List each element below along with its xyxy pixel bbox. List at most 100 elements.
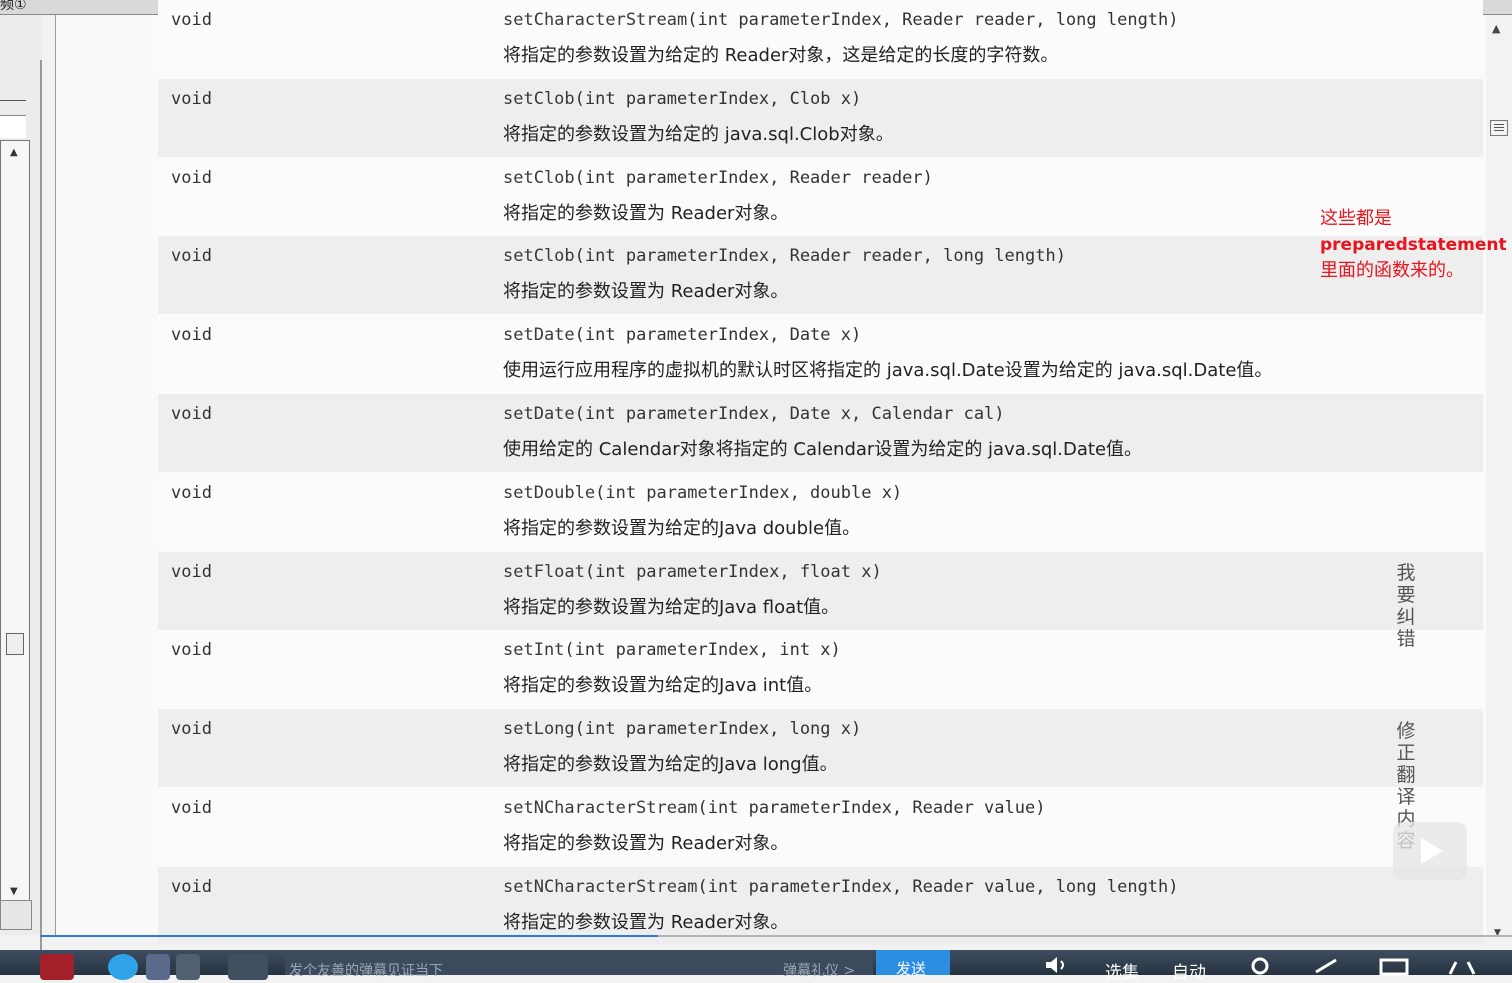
method-row: void setFloat(int parameterIndex, float x… — [158, 551, 1483, 630]
method-name-link[interactable]: setLong — [503, 719, 575, 739]
left-divider — [0, 100, 26, 101]
fullscreen-icon[interactable] — [1446, 954, 1478, 980]
method-name-link[interactable]: setDouble — [503, 483, 595, 503]
method-params: (int parameterIndex, Reader value, long … — [697, 876, 1179, 897]
method-signature: setFloat(int parameterIndex, float x) — [503, 562, 882, 582]
send-label: 发送 — [896, 960, 927, 978]
method-name-link[interactable]: setDate — [503, 404, 575, 424]
left-input-box[interactable] — [0, 115, 26, 138]
picture-in-picture-icon[interactable] — [1310, 954, 1342, 980]
left-panel: ▲ ▼ — [0, 15, 42, 960]
method-description: 使用给定的 Calendar对象将指定的 Calendar设置为给定的 java… — [503, 439, 1143, 460]
method-description: 将指定的参数设置为给定的Java double值。 — [503, 517, 861, 539]
play-icon — [1421, 838, 1443, 864]
method-params: (int parameterIndex, float x) — [584, 561, 882, 582]
method-signature: setLong(int parameterIndex, long x) — [503, 719, 861, 739]
method-signature: setClob(int parameterIndex, Reader reade… — [503, 168, 933, 188]
method-description: 将指定的参数设置为给定的Java float值。 — [503, 596, 840, 618]
method-params: (int parameterIndex, long x) — [574, 719, 862, 740]
return-type: void — [171, 325, 212, 346]
method-name-link[interactable]: setFloat — [503, 562, 585, 582]
method-params: (int parameterIndex, double x) — [595, 482, 903, 503]
report-error-button[interactable]: 我要纠错 — [1394, 562, 1418, 650]
method-signature: setNCharacterStream(int parameterIndex, … — [503, 877, 1179, 897]
return-type: void — [171, 167, 212, 188]
method-description: 将指定的参数设置为给定的Java int值。 — [503, 675, 823, 697]
method-params: (int parameterIndex, Reader reader) — [574, 167, 933, 188]
volume-icon[interactable] — [1042, 954, 1072, 980]
return-type: void — [171, 246, 212, 267]
method-name-link[interactable]: setDate — [503, 325, 575, 345]
method-row: void setLong(int parameterIndex, long x) 将… — [158, 709, 1483, 788]
method-description: 将指定的参数设置为给定的 java.sql.Clob对象。 — [503, 123, 894, 145]
method-signature: setDouble(int parameterIndex, double x) — [503, 483, 902, 503]
method-description: 将指定的参数设置为给定的 Reader对象，这是给定的长度的字符数。 — [503, 45, 1059, 66]
scroll-up-icon[interactable]: ▲ — [10, 147, 18, 158]
method-row: void setClob(int parameterIndex, Reader r… — [158, 157, 1483, 236]
right-scroll-up-icon[interactable]: ▲ — [1492, 22, 1500, 35]
select-episode-button[interactable]: 选集 — [1105, 958, 1139, 983]
scroll-thumb[interactable] — [6, 633, 24, 655]
player-control-bar: 发个友善的弹幕见证当下 弹幕礼仪 > 发送 选集 自动 — [0, 950, 1512, 983]
window-title-fragment: 频① — [0, 0, 27, 13]
danmaku-etiquette-link[interactable]: 弹幕礼仪 > — [783, 960, 855, 980]
return-type: void — [171, 482, 212, 503]
danmaku-toggle-icon[interactable] — [108, 954, 138, 980]
return-type: void — [171, 88, 212, 109]
api-doc-viewer: void setCharacterStream(int parameterInde… — [55, 0, 1486, 945]
return-type: void — [171, 876, 212, 897]
method-description: 使用运行应用程序的虚拟机的默认时区将指定的 java.sql.Date设置为给定… — [503, 360, 1273, 382]
method-name-link[interactable]: setClob — [503, 246, 575, 266]
method-params: (int parameterIndex, Date x) — [574, 325, 862, 346]
play-button[interactable] — [1393, 822, 1467, 880]
method-row: void setClob(int parameterIndex, Clob x) 将… — [158, 78, 1483, 157]
method-name-link[interactable]: setNCharacterStream — [503, 798, 697, 818]
method-name-link[interactable]: setCharacterStream — [503, 10, 687, 30]
method-signature: setInt(int parameterIndex, int x) — [503, 640, 841, 660]
danmaku-input[interactable]: 发个友善的弹幕见证当下 弹幕礼仪 > — [285, 953, 873, 979]
method-row: void setInt(int parameterIndex, int x) 将指定… — [158, 630, 1483, 709]
return-type: void — [171, 798, 212, 818]
annotation-line-2: preparedstatement — [1320, 235, 1507, 255]
danmaku-style-icon[interactable] — [176, 954, 200, 980]
widescreen-icon[interactable] — [1378, 954, 1410, 980]
method-params: (int parameterIndex, Reader value) — [697, 798, 1046, 818]
return-type: void — [171, 561, 212, 582]
method-name-link[interactable]: setClob — [503, 89, 575, 109]
settings-gear-icon[interactable] — [1245, 954, 1275, 980]
red-annotation: 这些都是 preparedstatement 里面的函数来的。 — [1320, 206, 1507, 284]
method-params: (int parameterIndex, Reader reader, long… — [687, 10, 1179, 30]
method-name-link[interactable]: setInt — [503, 640, 564, 660]
annotation-line-1: 这些都是 — [1320, 208, 1392, 229]
method-description: 将指定的参数设置为 Reader对象。 — [503, 202, 789, 224]
left-bottom-button[interactable] — [0, 900, 32, 930]
method-signature: setClob(int parameterIndex, Reader reade… — [503, 246, 1066, 266]
auto-quality-button[interactable]: 自动 — [1172, 958, 1206, 983]
method-description: 将指定的参数设置为给定的Java long值。 — [503, 754, 838, 776]
send-button[interactable]: 发送 — [876, 950, 950, 978]
method-params: (int parameterIndex, Reader reader, long… — [574, 246, 1066, 267]
method-signature: setNCharacterStream(int parameterIndex, … — [503, 798, 1045, 818]
annotation-line-3: 里面的函数来的。 — [1320, 260, 1464, 281]
danmaku-settings-icon[interactable] — [146, 954, 170, 980]
method-name-link[interactable]: setNCharacterStream — [503, 877, 697, 897]
video-progress-bar[interactable] — [40, 935, 1512, 937]
method-name-link[interactable]: setClob — [503, 168, 575, 188]
font-size-icon[interactable] — [228, 954, 268, 980]
return-type: void — [171, 404, 212, 424]
method-description: 将指定的参数设置为 Reader对象。 — [503, 833, 789, 854]
method-description: 将指定的参数设置为 Reader对象。 — [503, 911, 789, 933]
left-scrollbar[interactable]: ▲ ▼ — [0, 140, 30, 902]
method-row: void setClob(int parameterIndex, Reader r… — [158, 236, 1483, 315]
scroll-down-icon[interactable]: ▼ — [10, 886, 18, 897]
method-row: void setDate(int parameterIndex, Date x, … — [158, 394, 1483, 472]
method-description: 将指定的参数设置为 Reader对象。 — [503, 281, 789, 303]
method-signature: setCharacterStream(int parameterIndex, R… — [503, 10, 1179, 30]
method-signature: setDate(int parameterIndex, Date x, Cale… — [503, 404, 1005, 424]
method-signature: setDate(int parameterIndex, Date x) — [503, 325, 861, 345]
method-row: void setDate(int parameterIndex, Date x) 使… — [158, 315, 1483, 394]
method-row: void setDouble(int parameterIndex, double… — [158, 472, 1483, 551]
app-logo-icon — [40, 954, 74, 980]
method-params: (int parameterIndex, Clob x) — [574, 88, 862, 109]
menu-icon[interactable] — [1490, 120, 1508, 136]
